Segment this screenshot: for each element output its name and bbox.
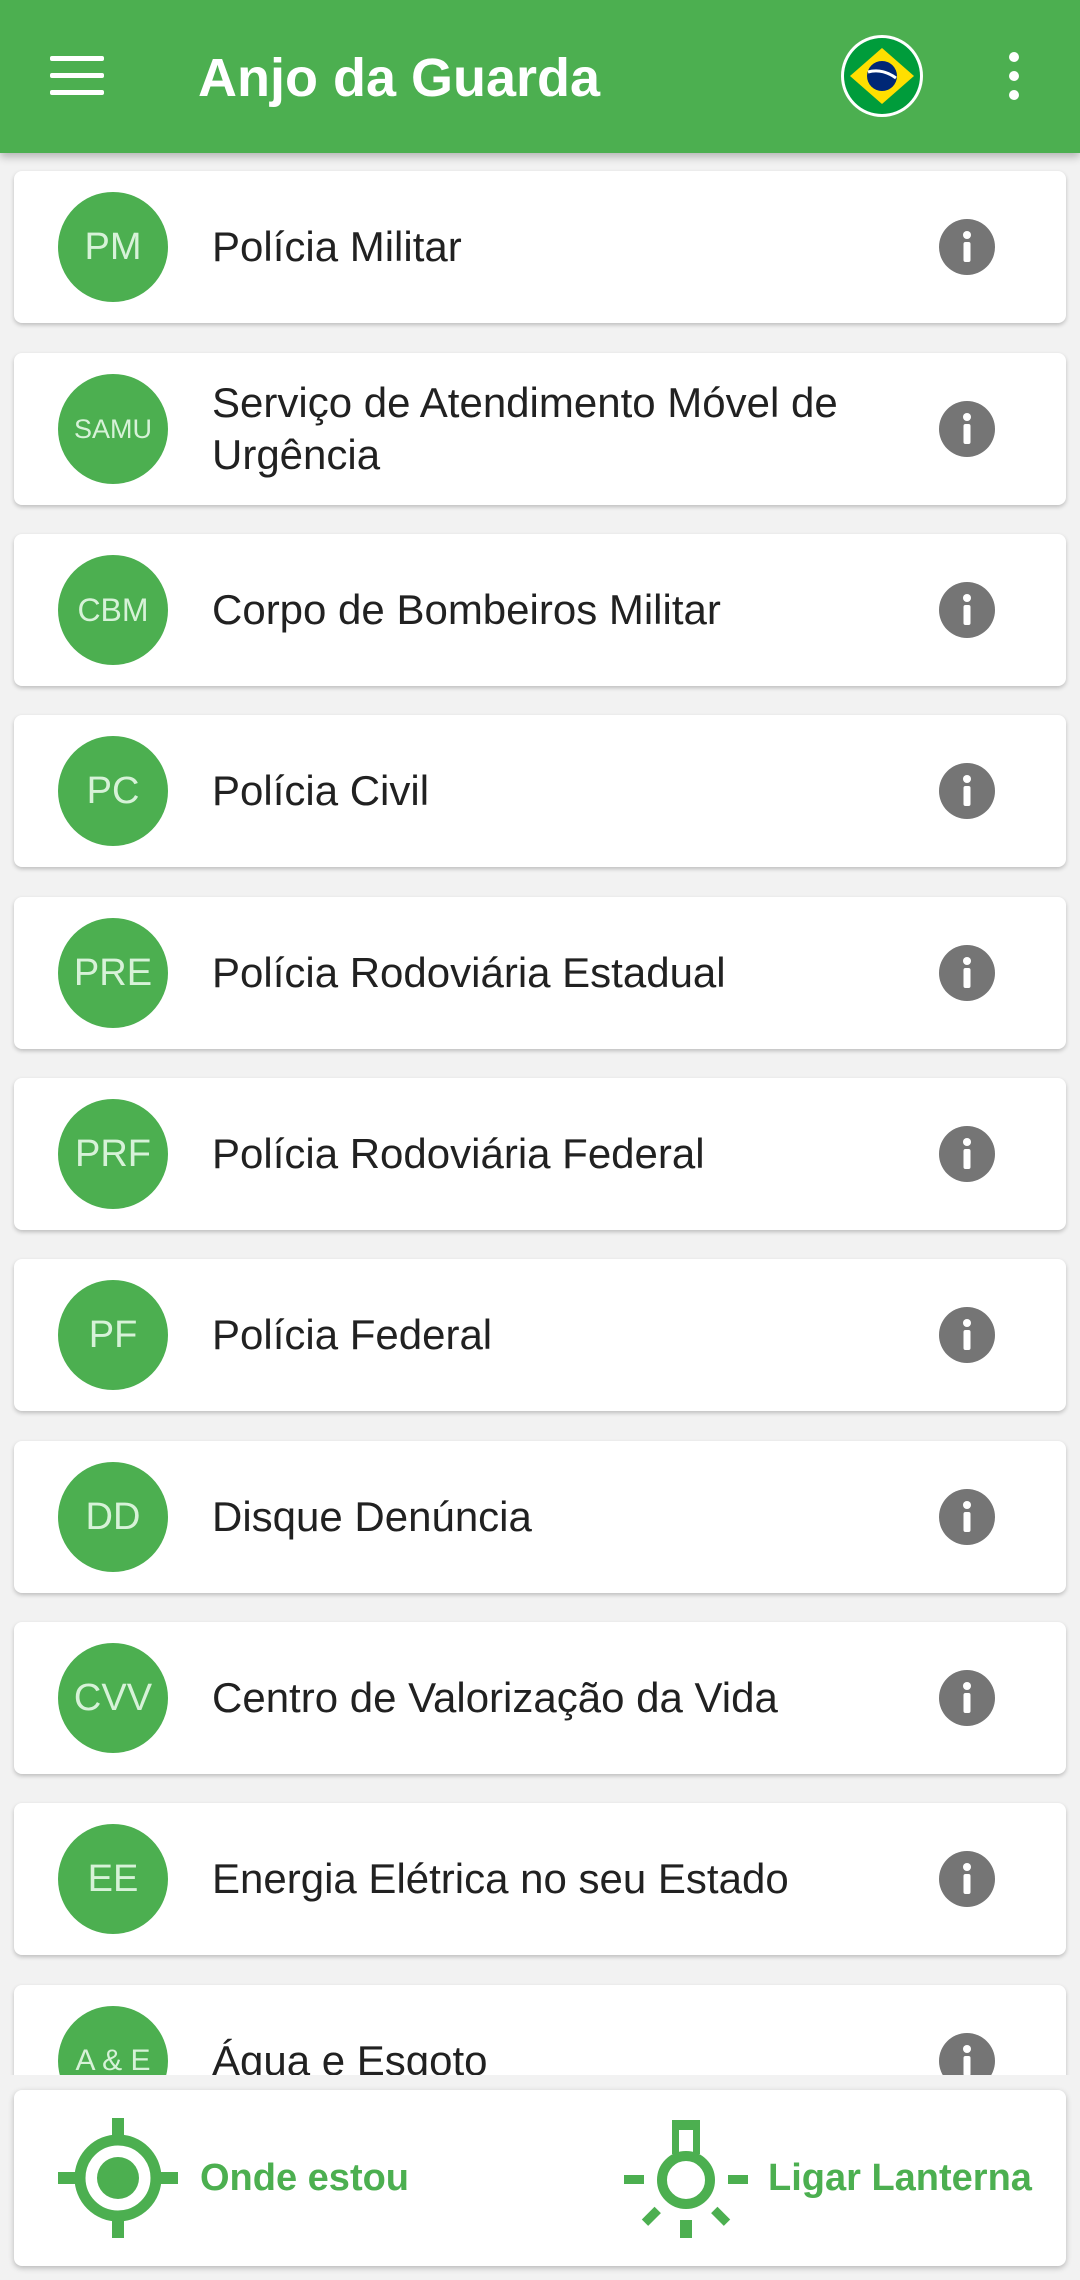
info-icon[interactable] <box>939 945 995 1001</box>
services-list: PM Polícia Militar SAMU Serviço de Atend… <box>0 153 1080 2075</box>
list-item-ee[interactable]: EE Energia Elétrica no seu Estado <box>14 1803 1066 1955</box>
info-icon[interactable] <box>939 1670 995 1726</box>
info-icon[interactable] <box>939 763 995 819</box>
where-am-i-button[interactable]: Onde estou <box>56 2090 409 2266</box>
app-title: Anjo da Guarda <box>198 48 601 108</box>
list-item-pc[interactable]: PC Polícia Civil <box>14 715 1066 867</box>
service-avatar: A & E <box>58 2006 168 2075</box>
info-icon[interactable] <box>939 582 995 638</box>
info-icon[interactable] <box>939 1126 995 1182</box>
service-avatar: SAMU <box>58 374 168 484</box>
info-icon[interactable] <box>939 401 995 457</box>
hamburger-menu-icon[interactable] <box>50 56 104 96</box>
service-name: Disque Denúncia <box>212 1493 532 1540</box>
info-icon[interactable] <box>939 1851 995 1907</box>
list-item-pm[interactable]: PM Polícia Militar <box>14 171 1066 323</box>
service-avatar: PRF <box>58 1099 168 1209</box>
list-item-cbm[interactable]: CBM Corpo de Bombeiros Militar <box>14 534 1066 686</box>
flashlight-label: Ligar Lanterna <box>768 2156 1032 2199</box>
service-avatar: DD <box>58 1462 168 1572</box>
service-name: Água e Esgoto <box>212 2037 488 2075</box>
bottom-action-bar: Onde estou Ligar Lanterna <box>14 2090 1066 2266</box>
service-avatar: PM <box>58 192 168 302</box>
service-name: Centro de Valorização da Vida <box>212 1674 778 1721</box>
service-name: Polícia Militar <box>212 223 462 270</box>
service-name: Polícia Rodoviária Federal <box>212 1130 705 1177</box>
list-item-samu[interactable]: SAMU Serviço de Atendimento Móvel de Urg… <box>14 353 1066 505</box>
service-name: Polícia Rodoviária Estadual <box>212 949 726 996</box>
service-name: Polícia Civil <box>212 767 430 814</box>
flashlight-icon <box>624 2120 748 2238</box>
service-name: Polícia Federal <box>212 1311 493 1358</box>
service-avatar: EE <box>58 1824 168 1934</box>
flashlight-button[interactable]: Ligar Lanterna <box>624 2090 1032 2266</box>
service-avatar: CVV <box>58 1643 168 1753</box>
app-bar: Anjo da Guarda <box>0 0 1080 153</box>
info-icon[interactable] <box>939 1307 995 1363</box>
brazil-flag-icon[interactable] <box>840 34 924 118</box>
service-name: Corpo de Bombeiros Militar <box>212 586 721 633</box>
list-item-cvv[interactable]: CVV Centro de Valorização da Vida <box>14 1622 1066 1774</box>
gps-location-icon <box>58 2118 178 2238</box>
service-avatar: PC <box>58 736 168 846</box>
service-avatar: PRE <box>58 918 168 1028</box>
service-avatar: CBM <box>58 555 168 665</box>
service-name: Energia Elétrica no seu Estado <box>212 1855 789 1902</box>
where-am-i-label: Onde estou <box>200 2156 410 2199</box>
info-icon[interactable] <box>939 1489 995 1545</box>
list-item-pre[interactable]: PRE Polícia Rodoviária Estadual <box>14 897 1066 1049</box>
service-avatar: PF <box>58 1280 168 1390</box>
list-item-dd[interactable]: DD Disque Denúncia <box>14 1441 1066 1593</box>
more-vertical-icon[interactable] <box>1000 52 1028 104</box>
list-item-pf[interactable]: PF Polícia Federal <box>14 1259 1066 1411</box>
list-item-prf[interactable]: PRF Polícia Rodoviária Federal <box>14 1078 1066 1230</box>
list-item-ae[interactable]: A & E Água e Esgoto <box>14 1985 1066 2075</box>
service-name: Serviço de Atendimento Móvel de Urgência <box>212 379 838 478</box>
info-icon[interactable] <box>939 2033 995 2075</box>
info-icon[interactable] <box>939 219 995 275</box>
